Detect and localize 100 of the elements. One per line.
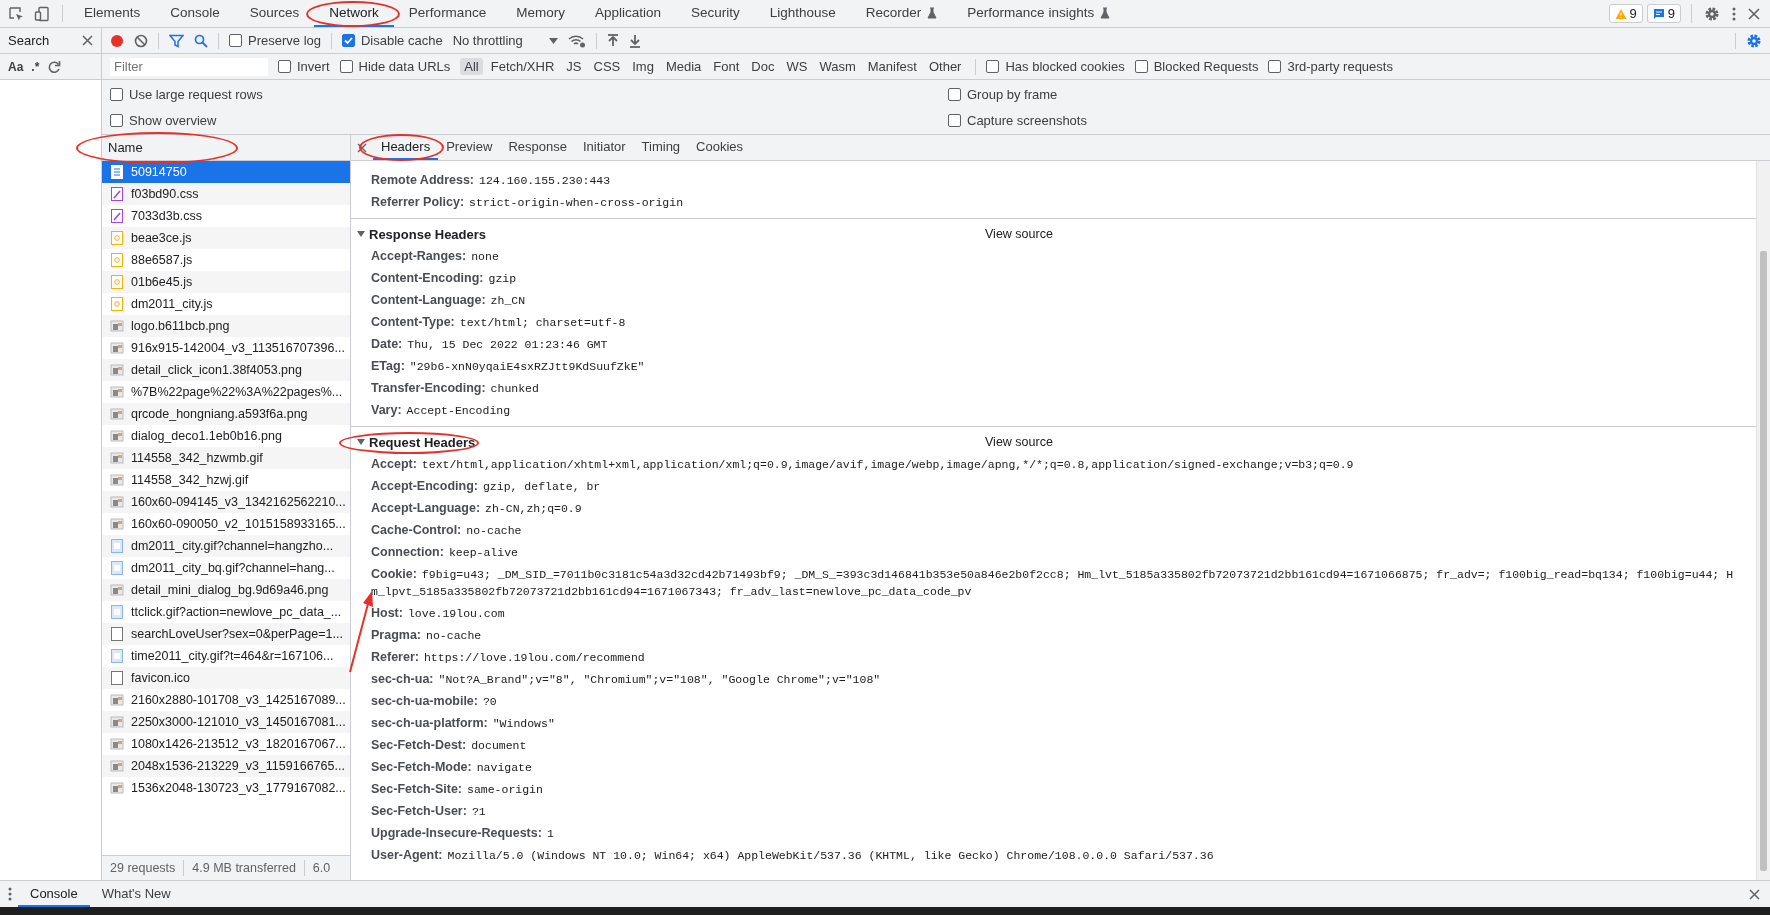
request-row[interactable]: qrcode_hongniang.a593f6a.png [102,403,350,425]
request-row[interactable]: 01b6e45.js [102,271,350,293]
regex-button[interactable]: .* [31,59,40,74]
request-row[interactable]: logo.b611bcb.png [102,315,350,337]
panel-tab[interactable]: Security [675,0,755,27]
request-row[interactable]: 7033d3b.css [102,205,350,227]
checkbox[interactable]: Has blocked cookies [986,59,1125,74]
close-icon[interactable] [357,142,367,153]
type-filter-button[interactable]: Other [924,58,966,75]
request-row[interactable]: 160x60-094145_v3_1342162562210... [102,491,350,513]
panel-tab[interactable]: Performance insights [952,0,1126,27]
refresh-icon[interactable] [47,59,62,74]
panel-tab[interactable]: Memory [501,0,580,27]
request-row[interactable]: 88e6587.js [102,249,350,271]
upload-icon[interactable] [606,33,619,48]
panel-tab[interactable]: Recorder [850,0,953,27]
type-filter-button[interactable]: CSS [589,58,625,75]
checkbox[interactable]: Hide data URLs [339,59,451,74]
request-row[interactable]: 50914750 [102,161,350,183]
request-row[interactable]: searchLoveUser?sex=0&perPage=1... [102,623,350,645]
request-row[interactable]: dm2011_city_bq.gif?channel=hang... [102,557,350,579]
checkbox[interactable]: Blocked Requests [1134,59,1259,74]
detail-tab[interactable]: Cookies [688,135,752,160]
drawer-tab[interactable]: What's New [89,881,183,907]
status-text: 29 requests [110,861,176,875]
panel-tab[interactable]: Console [155,0,235,27]
type-filter-button[interactable]: All [460,58,483,75]
close-icon[interactable] [82,35,93,46]
clear-icon[interactable] [134,33,148,48]
filter-field[interactable]: Filter [110,57,268,76]
type-filter-button[interactable]: Wasm [815,58,860,75]
request-row[interactable]: dm2011_city.js [102,293,350,315]
request-row[interactable]: dm2011_city.gif?channel=hangzho... [102,535,350,557]
scrollbar[interactable] [1756,161,1770,880]
record-icon[interactable] [110,33,124,48]
checkbox[interactable]: Preserve log [229,33,321,48]
request-row[interactable]: favicon.ico [102,667,350,689]
request-row[interactable]: time2011_city.gif?t=464&r=167106... [102,645,350,667]
more-options-icon[interactable] [1732,5,1736,22]
request-row[interactable]: 1536x2048-130723_v3_1779167082... [102,777,350,799]
section-header[interactable]: Request Headers [357,434,476,450]
section-header[interactable]: Response Headers [357,226,487,242]
device-toolbar-icon[interactable] [34,5,50,22]
request-row[interactable]: 916x915-142004_v3_113516707396... [102,337,350,359]
request-row[interactable]: dialog_deco1.1eb0b16.png [102,425,350,447]
request-row[interactable]: 2250x3000-121010_v3_1450167081... [102,711,350,733]
type-filter-button[interactable]: WS [782,58,812,75]
detail-tab[interactable]: Timing [633,135,689,160]
type-filter-button[interactable]: Manifest [863,58,921,75]
request-row[interactable]: 160x60-090050_v2_1015158933165... [102,513,350,535]
checkbox[interactable]: Group by frame [948,86,1762,102]
request-row[interactable]: beae3ce.js [102,227,350,249]
panel-tab[interactable]: Lighthouse [754,0,851,27]
settings-icon[interactable] [1704,5,1720,22]
network-conditions-icon[interactable] [567,33,586,48]
checkbox[interactable]: Invert [278,59,330,74]
download-icon[interactable] [628,33,641,48]
view-source-link[interactable]: View source [985,227,1053,241]
panel-tab[interactable]: Sources [234,0,315,27]
detail-tab[interactable]: Initiator [574,135,634,160]
type-filter-button[interactable]: JS [562,58,586,75]
request-row[interactable]: 1080x1426-213512_v3_1820167067... [102,733,350,755]
detail-tab[interactable]: Headers [373,135,439,160]
checkbox[interactable]: Disable cache [342,33,443,48]
match-case-button[interactable]: Aa [8,59,24,74]
warnings-badge[interactable]: 9 [1608,4,1643,23]
name-column-header[interactable]: Name [102,135,350,161]
panel-tab[interactable]: Performance [393,0,502,27]
type-filter-button[interactable]: Media [661,58,706,75]
request-row[interactable]: 2048x1536-213229_v3_1159166765... [102,755,350,777]
filter-icon[interactable] [169,33,184,48]
messages-badge[interactable]: 9 [1646,4,1681,23]
panel-tab[interactable]: Elements [69,0,156,27]
detail-tab[interactable]: Response [500,135,575,160]
type-filter-button[interactable]: Doc [747,58,779,75]
request-row[interactable]: detail_click_icon1.38f4053.png [102,359,350,381]
request-row[interactable]: detail_mini_dialog_bg.9d69a46.png [102,579,350,601]
request-row[interactable]: %7B%22page%22%3A%22pages%... [102,381,350,403]
settings-icon[interactable] [1746,32,1762,49]
request-row[interactable]: 114558_342_hzwmb.gif [102,447,350,469]
request-row[interactable]: 2160x2880-101708_v3_1425167089... [102,689,350,711]
type-filter-button[interactable]: Img [628,58,658,75]
detail-tab[interactable]: Preview [438,135,501,160]
panel-tab[interactable]: Application [579,0,676,27]
search-icon[interactable] [194,33,208,48]
type-filter-button[interactable]: Fetch/XHR [486,58,559,75]
request-row[interactable]: ttclick.gif?action=newlove_pc_data_... [102,601,350,623]
request-row[interactable]: f03bd90.css [102,183,350,205]
view-source-link[interactable]: View source [985,435,1053,449]
inspect-icon[interactable] [8,5,24,22]
more-options-icon[interactable] [8,887,12,901]
close-icon[interactable] [1748,7,1760,20]
checkbox[interactable]: Use large request rows [110,86,948,102]
close-icon[interactable] [1749,888,1760,900]
checkbox[interactable]: Capture screenshots [948,112,1762,128]
type-filter-button[interactable]: Font [709,58,744,75]
request-row[interactable]: 114558_342_hzwj.gif [102,469,350,491]
checkbox[interactable]: Show overview [110,112,948,128]
checkbox[interactable]: 3rd-party requests [1268,59,1393,74]
throttling-dropdown[interactable]: No throttling [452,33,558,48]
